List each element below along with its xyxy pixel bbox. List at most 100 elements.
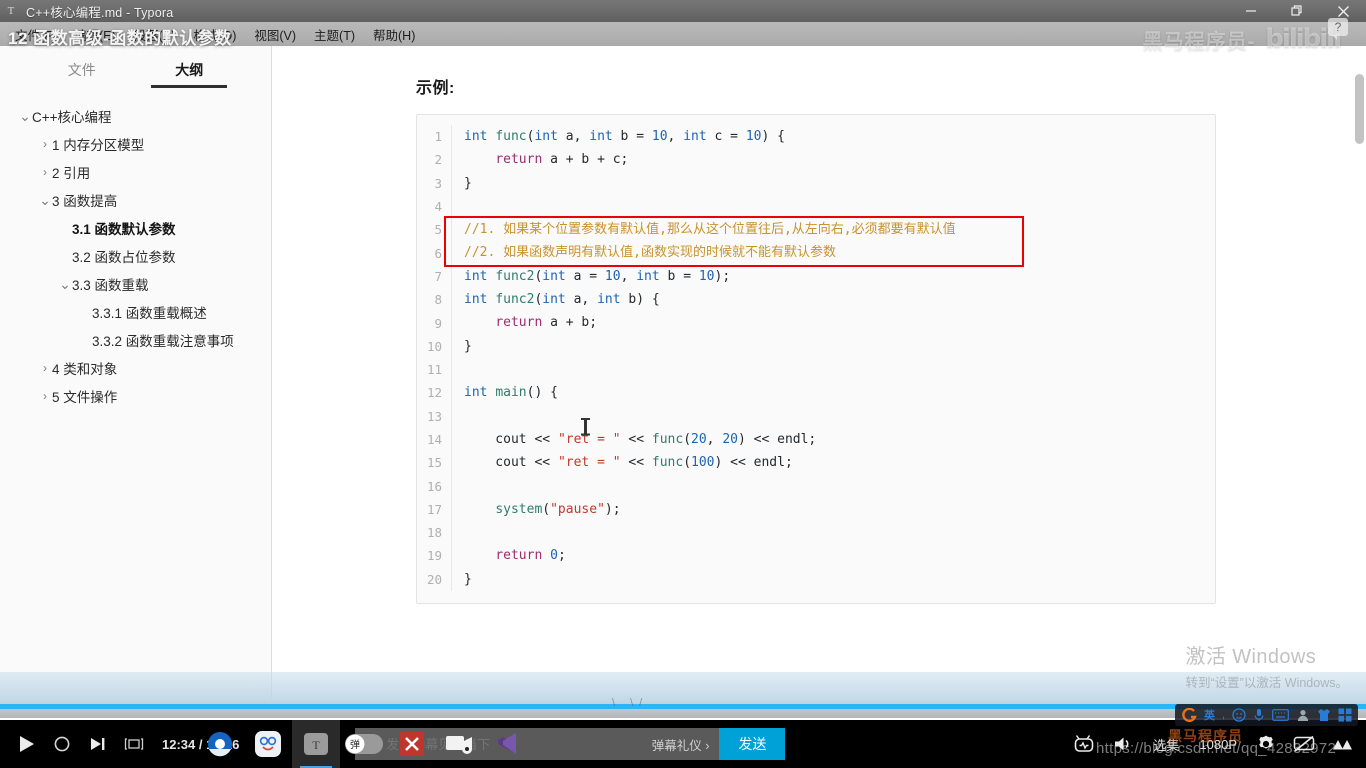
video-progress-track[interactable] (0, 704, 1366, 709)
window-title: C++核心编程.md - Typora (26, 5, 174, 20)
quality-button[interactable]: 1080P (1190, 737, 1246, 752)
play-icon[interactable] (8, 720, 44, 768)
code-line-text: //1. 如果某个位置参数有默认值,那么从这个位置往后,从左向右,必须都要有默认… (451, 218, 1215, 242)
menu-theme[interactable]: 主题(T) (305, 23, 364, 46)
skin-icon[interactable] (1317, 708, 1331, 722)
sogou-logo-icon[interactable] (1181, 707, 1197, 723)
code-line-text: //2. 如果函数声明有默认值,函数实现的时候就不能有默认参数 (451, 241, 1215, 265)
user-icon[interactable] (1296, 708, 1310, 722)
episodes-button[interactable]: 选集 (1144, 735, 1188, 754)
outline-item-label: 2 引用 (52, 166, 91, 181)
outline-item[interactable]: 3.3.2 函数重载注意事项 (0, 326, 271, 354)
help-badge[interactable]: ? (1328, 18, 1348, 40)
outline-item[interactable]: › 2 引用 (0, 158, 271, 186)
code-line[interactable]: 19 return 0; (417, 544, 1215, 568)
code-line-text: int func(int a, int b = 10, int c = 10) … (451, 125, 1215, 149)
menu-edit[interactable]: 编辑(E) (65, 23, 125, 46)
chevron-down-icon[interactable]: ⌄ (58, 276, 72, 293)
menu-paragraph[interactable]: 段落(P) (125, 23, 185, 46)
code-line-text: return a + b + c; (451, 148, 1215, 172)
outline-item[interactable]: ⌄ 3 函数提高 (0, 186, 271, 214)
microphone-icon[interactable] (1253, 708, 1265, 722)
menu-file[interactable]: 文件(F) (6, 23, 65, 46)
menu-format[interactable]: 格式(O) (184, 23, 245, 46)
editor-scrollbar[interactable] (1355, 46, 1364, 698)
chrome-like-icon[interactable] (196, 720, 244, 768)
tab-files[interactable]: 文件 (38, 60, 126, 88)
outline-item[interactable]: › 4 类和对象 (0, 354, 271, 382)
smiley-icon[interactable] (1232, 708, 1246, 722)
xmind-icon[interactable] (388, 720, 436, 768)
code-line-number: 19 (426, 548, 442, 564)
widescreen-icon[interactable] (116, 720, 152, 768)
code-line[interactable]: 10} (417, 334, 1215, 358)
code-line-text: } (451, 567, 1215, 591)
code-line[interactable]: 5 //1. 如果某个位置参数有默认值,那么从这个位置往后,从左向右,必须都要有默… (417, 218, 1215, 242)
camtasia-icon[interactable] (436, 720, 484, 768)
baidu-netdisk-icon[interactable] (244, 720, 292, 768)
code-line[interactable]: 8 int func2(int a, int b) { (417, 288, 1215, 312)
vscode-icon[interactable] (484, 720, 532, 768)
outline-item[interactable]: 3.2 函数占位参数 (0, 242, 271, 270)
chevron-right-icon[interactable]: › (38, 137, 52, 151)
minimize-button[interactable] (1228, 0, 1274, 22)
chevron-right-icon[interactable]: › (38, 165, 52, 179)
keyboard-icon[interactable] (1272, 709, 1289, 721)
code-line[interactable]: 3} (417, 171, 1215, 195)
maximize-button[interactable] (1274, 0, 1320, 22)
circle-icon[interactable] (44, 720, 80, 768)
volume-icon[interactable] (1106, 720, 1142, 768)
chevron-right-icon[interactable]: › (38, 361, 52, 375)
apps-icon[interactable] (1338, 708, 1352, 722)
outline-item[interactable]: ⌄ 3.3 函数重载 (0, 270, 271, 298)
code-line[interactable]: 18 (417, 521, 1215, 545)
outline-item[interactable]: ⌄ C++核心编程 (0, 102, 271, 130)
code-line[interactable]: 15 cout << "ret = " << func(100) << endl… (417, 451, 1215, 475)
code-line-text: int func2(int a, int b) { (451, 288, 1215, 312)
outline-item[interactable]: 3.3.1 函数重载概述 (0, 298, 271, 326)
outline-item-label: 3.2 函数占位参数 (72, 250, 176, 265)
danmaku-off-icon[interactable] (1286, 720, 1322, 768)
danmaku-etiquette-link[interactable]: 弹幕礼仪 › (642, 735, 720, 754)
outline-item[interactable]: › 1 内存分区模型 (0, 130, 271, 158)
outline-item[interactable]: › 5 文件操作 (0, 382, 271, 410)
document-content: 示例: 1 int func(int a, int b = 10, int c =… (272, 46, 1366, 604)
danmaku-toggle-icon[interactable]: 弹 (340, 720, 388, 768)
code-line[interactable]: 11 (417, 357, 1215, 382)
code-line-number: 1 (434, 129, 442, 145)
player-right-controls: 选集 1080P (1068, 720, 1366, 768)
code-line[interactable]: 9 return a + b; (417, 311, 1215, 335)
code-line[interactable]: 17 system("pause"); (417, 497, 1215, 522)
chevron-down-icon[interactable]: ⌄ (38, 192, 52, 209)
code-line[interactable]: 7 int func2(int a = 10, int b = 10); (417, 264, 1215, 289)
menu-view[interactable]: 视图(V) (245, 23, 305, 46)
editor-pane[interactable]: 示例: 1 int func(int a, int b = 10, int c =… (272, 46, 1366, 698)
code-line[interactable]: 20} (417, 567, 1215, 591)
code-line[interactable]: 4 (417, 194, 1215, 219)
next-track-icon[interactable] (80, 720, 116, 768)
punctuation-icon[interactable]: , (1222, 709, 1225, 721)
code-line-text: int main() { (451, 381, 1215, 405)
gear-icon[interactable] (1248, 720, 1284, 768)
typora-icon[interactable]: T (292, 720, 340, 768)
chevron-right-icon[interactable]: › (38, 389, 52, 403)
code-line[interactable]: 12 int main() { (417, 381, 1215, 405)
danmaku-send-button[interactable]: 发送 (719, 728, 786, 760)
tab-outline[interactable]: 大纲 (145, 60, 233, 88)
code-line[interactable]: 2 return a + b + c; (417, 148, 1215, 172)
video-progress-fill (0, 704, 1366, 709)
code-line[interactable]: 1 int func(int a, int b = 10, int c = 10)… (417, 125, 1215, 149)
outline-item[interactable]: 3.1 函数默认参数 (0, 214, 271, 242)
code-line[interactable]: 13 (417, 404, 1215, 428)
code-line[interactable]: 16 (417, 474, 1215, 498)
code-line[interactable]: 6 //2. 如果函数声明有默认值,函数实现的时候就不能有默认参数 (417, 241, 1215, 265)
chevron-down-icon[interactable]: ⌄ (18, 108, 32, 125)
fullscreen-icon[interactable] (1324, 720, 1360, 768)
code-block[interactable]: 1 int func(int a, int b = 10, int c = 10)… (416, 114, 1216, 604)
code-line[interactable]: 14 cout << "ret = " << func(20, 20) << e… (417, 427, 1215, 452)
tv-icon[interactable] (1068, 720, 1104, 768)
sidebar: 文件 大纲 ⌄ C++核心编程 › 1 内存分区模型 › 2 引用 ⌄ 3 函数提高 3.1 函… (0, 46, 272, 698)
menu-help[interactable]: 帮助(H) (364, 23, 424, 46)
lang-cn-en-icon[interactable]: 英 (1204, 707, 1215, 723)
scrollbar-thumb[interactable] (1355, 74, 1364, 144)
